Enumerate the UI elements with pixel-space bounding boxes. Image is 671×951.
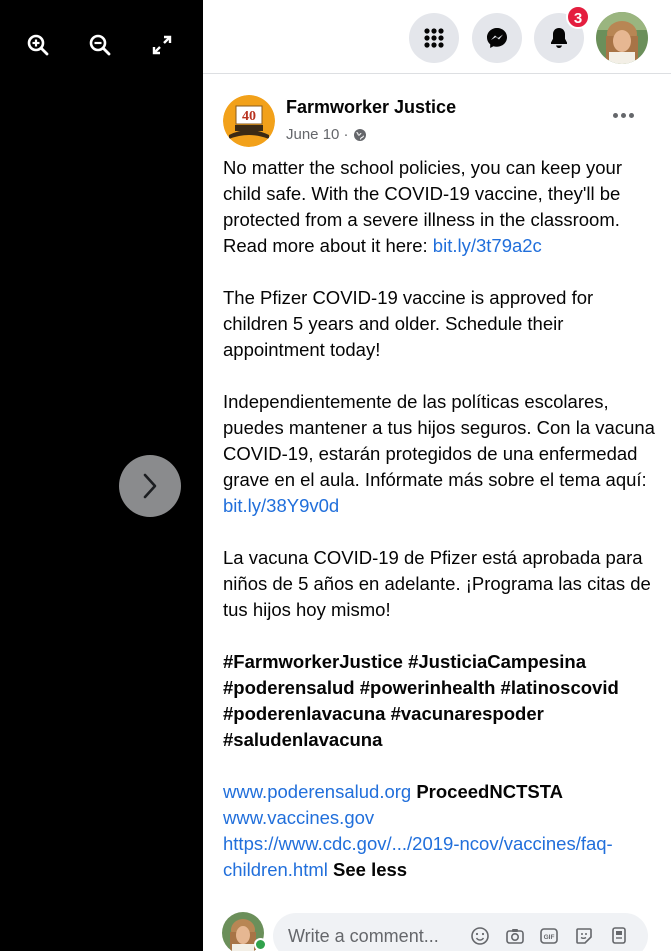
notifications-count-badge: 3 <box>566 5 590 29</box>
profile-avatar[interactable] <box>596 12 648 64</box>
comment-placeholder: Write a comment... <box>288 926 439 946</box>
chevron-right-icon <box>143 473 157 499</box>
paragraph-3-text: Independientemente de las políticas esco… <box>223 391 655 490</box>
messenger-button[interactable] <box>472 13 522 63</box>
hashtags-line-4[interactable]: #saludenlavacuna <box>223 729 382 750</box>
more-dot-icon <box>612 112 618 118</box>
avatar-sticker-icon[interactable] <box>608 925 630 947</box>
hashtags-line-1[interactable]: #FarmworkerJustice #JusticiaCampesina <box>223 651 586 672</box>
paragraph-4: La vacuna COVID-19 de Pfizer está aproba… <box>223 547 651 620</box>
next-photo-button[interactable] <box>119 455 181 517</box>
svg-text:GIF: GIF <box>544 934 555 941</box>
cdc-link[interactable]: https://www.cdc.gov/.../2019-ncov/vaccin… <box>223 833 613 880</box>
page-avatar[interactable]: 40 <box>223 95 275 147</box>
paragraph-3: Independientemente de las políticas esco… <box>223 389 663 519</box>
see-less-button[interactable]: See less <box>333 859 407 880</box>
hashtags-line-3[interactable]: #poderenlavacuna #vacunarespoder <box>223 703 544 724</box>
post-date[interactable]: June 10 · <box>286 126 367 143</box>
paragraph-1: No matter the school policies, you can k… <box>223 155 663 259</box>
zoom-in-icon[interactable] <box>25 32 51 58</box>
comment-input[interactable]: Write a comment... GIF <box>273 913 648 951</box>
zoom-out-icon[interactable] <box>87 32 113 58</box>
media-viewer <box>0 0 203 951</box>
paragraph-2: The Pfizer COVID-19 vaccine is approved … <box>223 287 594 360</box>
online-status-dot <box>254 938 267 951</box>
more-dot-icon <box>628 112 634 118</box>
paragraph-1-text: No matter the school policies, you can k… <box>223 157 622 256</box>
sticker-icon[interactable] <box>573 925 595 947</box>
fullscreen-icon[interactable] <box>149 32 175 58</box>
mention-link[interactable]: ProceedNCTSTA <box>416 781 563 802</box>
gif-icon[interactable]: GIF <box>538 925 560 947</box>
globe-icon <box>353 128 366 141</box>
vaccines-gov-link[interactable]: www.vaccines.gov <box>223 807 374 828</box>
emoji-icon[interactable] <box>469 925 491 947</box>
post-date-text: June 10 · <box>286 126 349 143</box>
messenger-icon <box>487 28 507 48</box>
page-name-link[interactable]: Farmworker Justice <box>286 97 456 118</box>
bitly-link-english[interactable]: bit.ly/3t79a2c <box>433 235 542 256</box>
camera-icon[interactable] <box>504 925 526 947</box>
hashtags-line-2[interactable]: #poderensalud #powerinhealth #latinoscov… <box>223 677 619 698</box>
bitly-link-spanish[interactable]: bit.ly/38Y9v0d <box>223 495 339 516</box>
links-paragraph: www.poderensalud.org ProceedNCTSTA www.v… <box>223 779 663 883</box>
post-options-button[interactable] <box>608 105 638 125</box>
post-card: 40 Farmworker Justice June 10 · No matte… <box>203 75 671 951</box>
grid-menu-icon <box>424 28 444 48</box>
menu-button[interactable] <box>409 13 459 63</box>
bell-icon <box>551 28 567 48</box>
post-body: No matter the school policies, you can k… <box>223 155 663 883</box>
avatar-badge-text: 40 <box>242 109 256 124</box>
poderensalud-link[interactable]: www.poderensalud.org <box>223 781 411 802</box>
hashtags: #FarmworkerJustice #JusticiaCampesina #p… <box>223 649 663 753</box>
more-dot-icon <box>620 112 626 118</box>
